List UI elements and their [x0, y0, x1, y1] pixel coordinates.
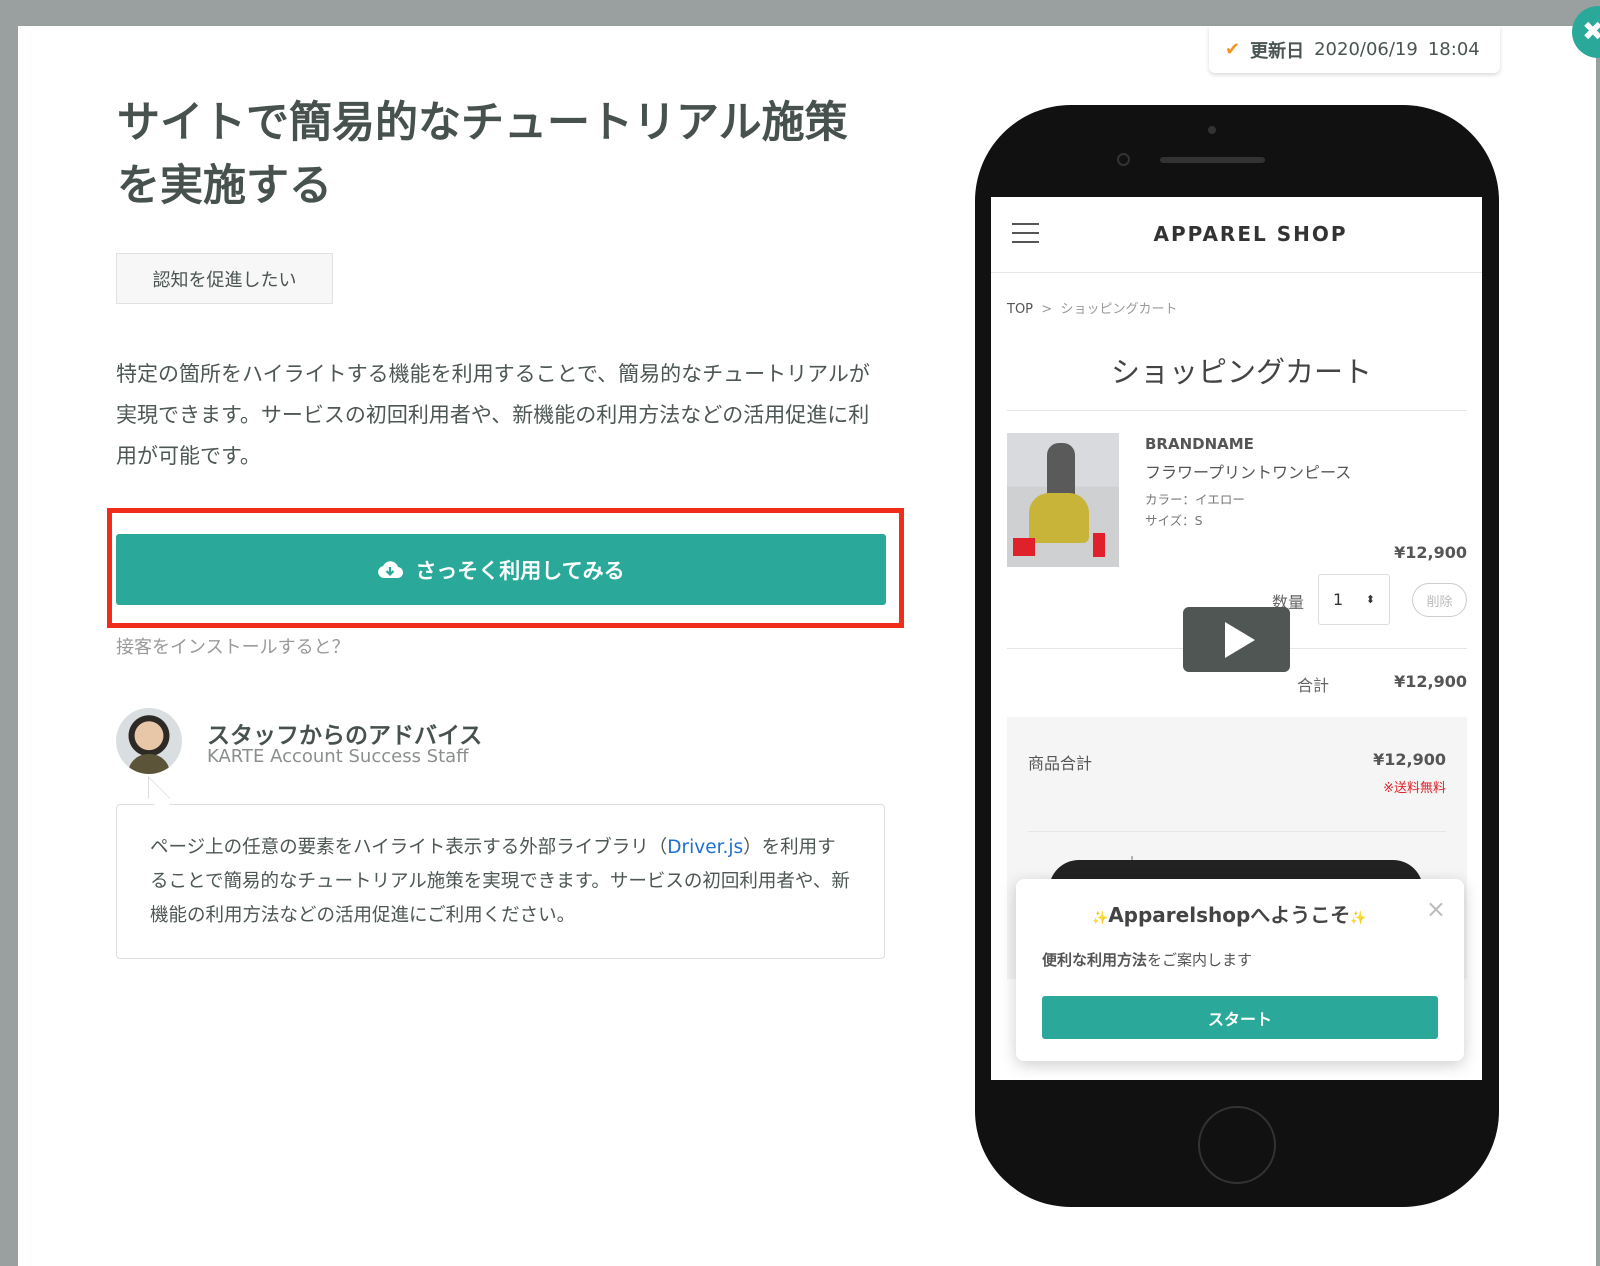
product-size: サイズ：S	[1145, 513, 1203, 528]
qty-select[interactable]: 1 ⬍	[1318, 574, 1390, 625]
divider	[1007, 410, 1467, 411]
advice-text: ページ上の任意の要素をハイライト表示する外部ライブラリ（	[150, 837, 668, 858]
popup-title: ✨Apparelshopへようこそ✨	[1092, 899, 1366, 928]
phone-screen: APPAREL SHOP TOP > ショッピングカート ショッピングカート B…	[991, 197, 1482, 1080]
product-name: フラワープリントワンピース	[1145, 463, 1352, 482]
popup-text: 便利な利用方法をご案内します	[1042, 949, 1252, 970]
avatar	[116, 708, 182, 774]
cursor-hand-icon: ☝	[1123, 852, 1136, 876]
sort-icon: ⬍	[1365, 593, 1375, 606]
qty-value: 1	[1333, 590, 1344, 609]
item-price: ¥12,900	[1394, 543, 1467, 562]
description: 特定の箇所をハイライトする機能を利用することで、簡易的なチュートリアルが実現でき…	[116, 362, 870, 468]
goal-tag: 認知を促進したい	[116, 253, 333, 304]
front-camera	[1117, 153, 1130, 166]
install-help-link[interactable]: 接客をインストールすると？	[116, 633, 350, 659]
phone-mockup: APPAREL SHOP TOP > ショッピングカート ショッピングカート B…	[975, 105, 1499, 1207]
delete-button[interactable]: 削除	[1412, 583, 1467, 617]
summary-value: ¥12,900	[1373, 750, 1446, 769]
updated-date: 2020/06/19	[1314, 39, 1418, 60]
try-now-label: さっそく利用してみる	[415, 558, 625, 583]
product-color: カラー：イエロー	[1145, 492, 1245, 507]
check-icon: ✔	[1225, 39, 1241, 60]
divider	[1028, 831, 1446, 832]
advice-bubble: ページ上の任意の要素をハイライト表示する外部ライブラリ（Driver.js）を利…	[116, 804, 885, 959]
subtotal-label: 合計	[1297, 676, 1330, 695]
subtotal-value: ¥12,900	[1394, 672, 1467, 691]
product-image	[1007, 433, 1119, 567]
try-now-button[interactable]: さっそく利用してみる	[116, 534, 886, 605]
close-icon: ✖	[1582, 17, 1600, 47]
cart-title: ショッピングカート	[1110, 355, 1372, 389]
play-video-button[interactable]	[1183, 607, 1290, 672]
summary-label: 商品合計	[1028, 754, 1093, 773]
advice-role: KARTE Account Success Staff	[207, 746, 469, 767]
popup-text-bold: 便利な利用方法	[1042, 951, 1148, 969]
play-icon	[1224, 621, 1255, 658]
driverjs-link[interactable]: Driver.js	[667, 837, 743, 858]
free-shipping: ※送料無料	[1383, 781, 1446, 796]
updated-label: 更新日	[1250, 40, 1305, 62]
advice-heading: スタッフからのアドバイス	[207, 723, 483, 749]
cloud-download-icon	[378, 560, 404, 578]
popup-title-text: Apparelshopへようこそ	[1108, 903, 1351, 927]
welcome-popup: ✨Apparelshopへようこそ✨ × 便利な利用方法をご案内します スタート	[1016, 879, 1464, 1061]
shop-name: APPAREL SHOP	[1153, 222, 1348, 246]
updated-time: 18:04	[1427, 39, 1480, 60]
popup-close-icon[interactable]: ×	[1426, 895, 1446, 923]
divider	[991, 272, 1482, 273]
breadcrumb: TOP > ショッピングカート	[1007, 298, 1177, 317]
breadcrumb-top[interactable]: TOP	[1007, 302, 1033, 317]
breadcrumb-sep: >	[1041, 302, 1053, 317]
speaker	[1160, 157, 1265, 163]
home-button	[1198, 1106, 1276, 1184]
page-title: サイトで簡易的なチュートリアル施策を実施する	[117, 98, 848, 211]
updated-badge: ✔ 更新日 2020/06/19 18:04	[1209, 26, 1500, 73]
sparkle-icon: ✨	[1092, 911, 1109, 926]
popup-text-rest: をご案内します	[1147, 951, 1253, 969]
breadcrumb-current: ショッピングカート	[1060, 302, 1178, 317]
camera-dot	[1208, 126, 1216, 134]
start-button[interactable]: スタート	[1042, 996, 1438, 1039]
sparkle-icon: ✨	[1350, 911, 1367, 926]
brand-name: BRANDNAME	[1145, 435, 1254, 453]
